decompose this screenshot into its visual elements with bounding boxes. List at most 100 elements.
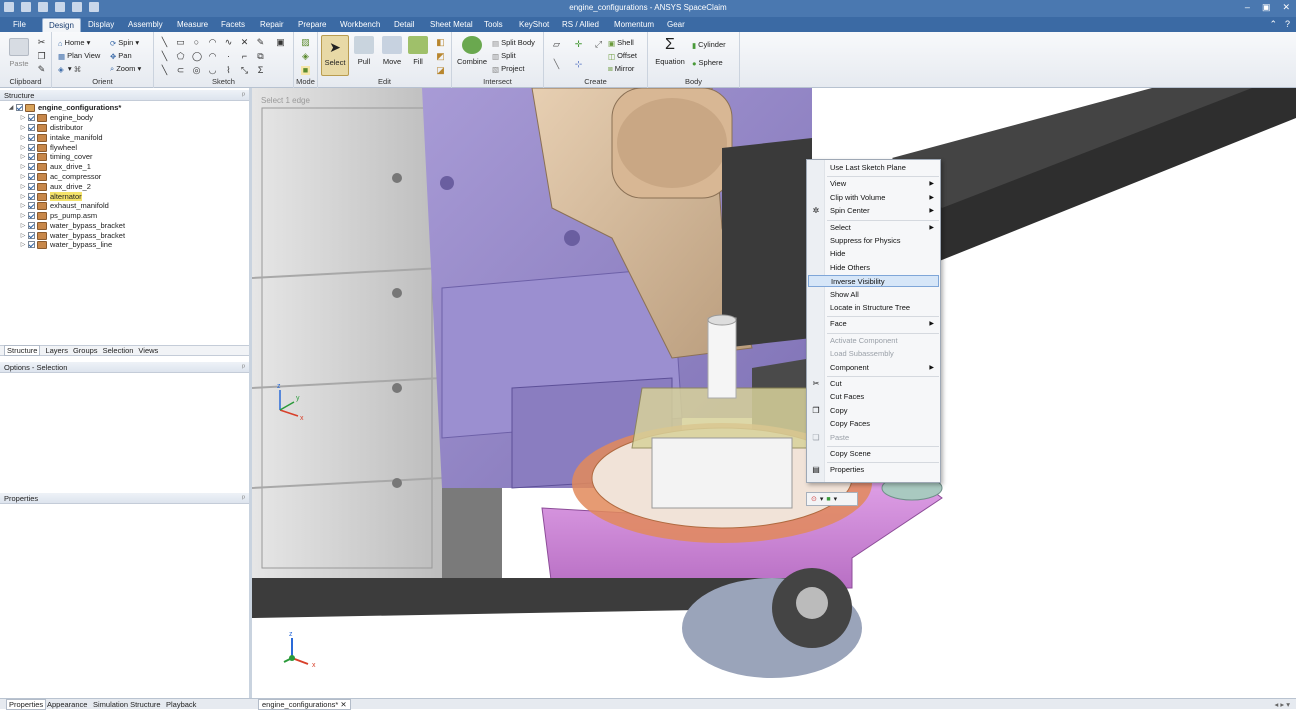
tab-detail[interactable]: Detail xyxy=(394,20,414,29)
project-button[interactable]: ▧ Project xyxy=(492,64,524,74)
collapse-ribbon-icon[interactable]: ⌃ xyxy=(1269,19,1277,30)
menu-item-show-all[interactable]: Show All xyxy=(808,289,939,301)
tab-scroll-icons[interactable]: ◂ ▸ ▾ xyxy=(1275,700,1290,709)
menu-item-clip-with-volume[interactable]: Clip with Volume ▶ xyxy=(808,192,939,204)
tab-simulation-structure[interactable]: Simulation Structure xyxy=(93,700,161,709)
tree-item[interactable]: ▷ exhaust_manifold xyxy=(18,201,109,211)
close-tab-icon[interactable]: ✕ xyxy=(340,700,346,709)
menu-item-properties[interactable]: ▤ Properties xyxy=(808,464,939,476)
selection-filter-icon[interactable]: ⊙ xyxy=(811,495,817,503)
menu-item-locate-in-structure-tree[interactable]: Locate in Structure Tree xyxy=(808,302,939,314)
axis-icon[interactable]: ⤢ xyxy=(594,40,603,49)
view-cube-button[interactable]: ◈ ▾ ⌘ xyxy=(58,64,83,74)
select-button[interactable]: ➤ Select xyxy=(321,35,349,76)
ellipse-icon[interactable]: ◯ xyxy=(192,52,202,61)
home-button[interactable]: ⌂ Home ▾ xyxy=(58,38,90,48)
three-point-arc-icon[interactable]: ◠ xyxy=(208,52,217,61)
format-painter-icon[interactable]: ✎ xyxy=(37,65,46,74)
tree-item[interactable]: ▷ ac_compressor xyxy=(18,172,102,182)
dropdown-arrow-icon[interactable]: ▾ xyxy=(820,495,824,503)
menu-item-hide-others[interactable]: Hide Others xyxy=(808,262,939,274)
tab-prepare[interactable]: Prepare xyxy=(298,20,326,29)
shell-button[interactable]: ▣ Shell xyxy=(608,38,634,48)
replace-icon[interactable]: ◩ xyxy=(436,52,445,61)
visibility-checkbox[interactable] xyxy=(28,144,35,152)
cylinder-button[interactable]: ▮ Cylinder xyxy=(692,40,726,50)
visibility-checkbox[interactable] xyxy=(28,232,35,240)
construction-line-icon[interactable]: ╲ xyxy=(160,66,169,75)
pin-icon[interactable]: ᵖ xyxy=(242,493,245,502)
menu-item-suppress-for-physics[interactable]: Suppress for Physics xyxy=(808,235,939,247)
tab-layers[interactable]: Layers xyxy=(45,346,68,355)
tree-item[interactable]: ▷ ps_pump.asm xyxy=(18,211,97,221)
blend-icon[interactable]: ◧ xyxy=(436,38,445,47)
visibility-checkbox[interactable] xyxy=(28,193,35,201)
polygon-icon[interactable]: ⬠ xyxy=(176,52,185,61)
combine-button[interactable]: Combine xyxy=(455,36,489,66)
collapse-icon[interactable]: ◢ xyxy=(6,104,16,111)
tab-workbench[interactable]: Workbench xyxy=(340,20,380,29)
menu-item-cut-faces[interactable]: Cut Faces xyxy=(808,391,939,403)
tree-item[interactable]: ▷ timing_cover xyxy=(18,152,93,162)
engine-model-render[interactable]: z x xyxy=(252,88,1296,698)
tree-item[interactable]: ▷ aux_drive_1 xyxy=(18,162,91,172)
trim-icon[interactable]: ✕ xyxy=(240,38,249,47)
three-point-circle-icon[interactable]: ◎ xyxy=(192,66,201,75)
split-button[interactable]: ▥ Split xyxy=(492,51,516,61)
visibility-checkbox[interactable] xyxy=(28,173,35,181)
visibility-checkbox[interactable] xyxy=(28,124,35,132)
offset-curve-icon[interactable]: ⧉ xyxy=(256,52,265,61)
tab-properties[interactable]: Properties xyxy=(6,699,47,710)
tree-item[interactable]: ▷ distributor xyxy=(18,123,83,133)
offset-button[interactable]: ◫ Offset xyxy=(608,51,637,61)
equation-button[interactable]: Σ Equation xyxy=(652,36,688,66)
line-icon[interactable]: ╲ xyxy=(160,38,169,47)
tree-item[interactable]: ▷ intake_manifold xyxy=(18,133,103,143)
pan-button[interactable]: ✥ Pan xyxy=(110,51,132,61)
tree-item[interactable]: ▷ engine_body xyxy=(18,113,93,123)
line-create-icon[interactable]: ╲ xyxy=(552,60,561,69)
menu-item-spin-center[interactable]: ✲ Spin Center ▶ xyxy=(808,205,939,217)
point-create-icon[interactable]: ⊹ xyxy=(574,60,583,69)
tab-design[interactable]: Design xyxy=(42,18,81,32)
menu-item-hide[interactable]: Hide xyxy=(808,248,939,260)
menu-item-view[interactable]: View ▶ xyxy=(808,178,939,190)
menu-item-select[interactable]: Select ▶ xyxy=(808,222,939,234)
visibility-checkbox[interactable] xyxy=(28,222,35,230)
section-mode-icon[interactable]: ▨ xyxy=(301,38,310,47)
document-tab[interactable]: engine_configurations* ✕ xyxy=(258,699,351,710)
point-icon[interactable]: · xyxy=(224,52,233,61)
sketch-mode-icon[interactable]: ▣ xyxy=(276,38,285,47)
move-button[interactable]: Move xyxy=(380,36,404,66)
tab-measure[interactable]: Measure xyxy=(177,20,208,29)
visibility-checkbox[interactable] xyxy=(28,183,35,191)
split-body-button[interactable]: ▤ Split Body xyxy=(492,38,535,48)
menu-item-cut[interactable]: ✂ Cut xyxy=(808,378,939,390)
file-menu[interactable]: File xyxy=(13,20,26,29)
equation-sketch-icon[interactable]: Σ xyxy=(256,66,265,75)
pin-icon[interactable]: ᵖ xyxy=(242,362,245,371)
menu-item-component[interactable]: Component ▶ xyxy=(808,362,939,374)
visibility-checkbox[interactable] xyxy=(28,241,35,249)
3d-viewport[interactable]: z x Select 1 edge xyxy=(252,88,1296,698)
visibility-checkbox[interactable] xyxy=(28,134,35,142)
menu-item-use-last-sketch-plane[interactable]: Use Last Sketch Plane xyxy=(808,162,939,174)
tree-root[interactable]: ◢ engine_configurations* xyxy=(6,103,122,113)
mirror-button[interactable]: ⧈ Mirror xyxy=(608,64,634,74)
plane-icon[interactable]: ▱ xyxy=(552,40,561,49)
project-sketch-icon[interactable]: ⤡ xyxy=(240,66,249,75)
arc-icon[interactable]: ◠ xyxy=(208,38,217,47)
visibility-checkbox[interactable] xyxy=(28,163,35,171)
visibility-checkbox[interactable] xyxy=(28,212,35,220)
tab-structure[interactable]: Structure xyxy=(4,345,41,356)
help-icon[interactable]: ? xyxy=(1285,19,1290,30)
tab-appearance[interactable]: Appearance xyxy=(47,700,87,709)
tab-groups[interactable]: Groups xyxy=(73,346,98,355)
tab-tools[interactable]: Tools xyxy=(484,20,503,29)
sketch-mode-toggle-icon[interactable]: ◈ xyxy=(301,52,310,61)
fill-button[interactable]: Fill xyxy=(407,36,429,66)
close-button[interactable]: ✕ xyxy=(1282,2,1290,13)
menu-item-inverse-visibility[interactable]: Inverse Visibility xyxy=(808,275,939,288)
tab-momentum[interactable]: Momentum xyxy=(614,20,654,29)
dropdown-arrow-icon[interactable]: ▾ xyxy=(834,495,838,503)
